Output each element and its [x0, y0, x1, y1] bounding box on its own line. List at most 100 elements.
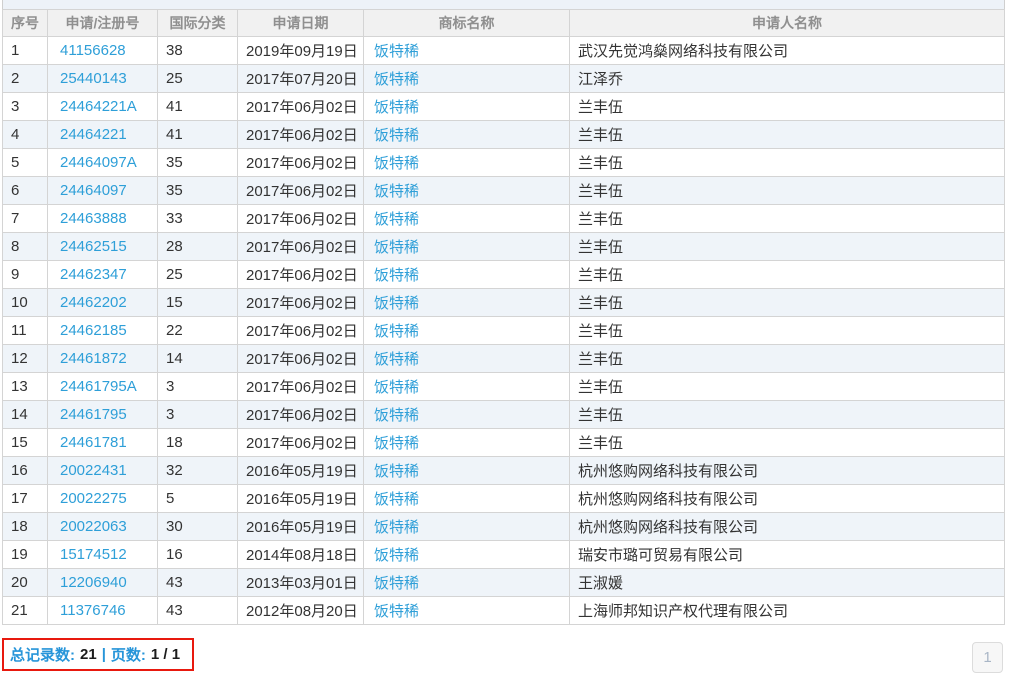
seq-value: 1	[11, 42, 19, 59]
applicant-name: 兰丰伍	[578, 99, 623, 116]
seq-value: 7	[11, 210, 19, 227]
registration-number-link[interactable]: 12206940	[60, 574, 127, 591]
clipped-row-strip	[2, 0, 1005, 9]
date-value: 2017年06月02日	[246, 183, 358, 200]
trademark-name-link[interactable]: 饭特稀	[374, 323, 419, 340]
applicant-cell: 兰丰伍	[570, 233, 1005, 261]
seq-cell: 13	[3, 373, 48, 401]
reg-no-cell: 24464097A	[48, 149, 158, 177]
date-cell: 2017年06月02日	[238, 289, 364, 317]
applicant-name: 兰丰伍	[578, 267, 623, 284]
trademark-name-link[interactable]: 饭特稀	[374, 295, 419, 312]
applicant-name: 兰丰伍	[578, 211, 623, 228]
registration-number-link[interactable]: 20022275	[60, 490, 127, 507]
registration-number-link[interactable]: 24464221A	[60, 98, 137, 115]
mark-cell: 饭特稀	[364, 513, 570, 541]
table-row: 17 20022275 5 2016年05月19日 饭特稀 杭州悠购网络科技有限…	[3, 485, 1005, 513]
applicant-name: 上海师邦知识产权代理有限公司	[578, 603, 788, 620]
trademark-name-link[interactable]: 饭特稀	[374, 463, 419, 480]
date-value: 2017年07月20日	[246, 71, 358, 88]
trademark-name-link[interactable]: 饭特稀	[374, 351, 419, 368]
trademark-name-link[interactable]: 饭特稀	[374, 155, 419, 172]
registration-number-link[interactable]: 25440143	[60, 70, 127, 87]
trademark-name-link[interactable]: 饭特稀	[374, 127, 419, 144]
reg-no-cell: 41156628	[48, 37, 158, 65]
seq-value: 16	[11, 462, 28, 479]
seq-cell: 2	[3, 65, 48, 93]
registration-number-link[interactable]: 24464221	[60, 126, 127, 143]
applicant-cell: 兰丰伍	[570, 373, 1005, 401]
registration-number-link[interactable]: 24461795A	[60, 378, 137, 395]
seq-value: 13	[11, 378, 28, 395]
registration-number-link[interactable]: 20022431	[60, 462, 127, 479]
applicant-cell: 兰丰伍	[570, 317, 1005, 345]
trademark-name-link[interactable]: 饭特稀	[374, 575, 419, 592]
registration-number-link[interactable]: 24462202	[60, 294, 127, 311]
trademark-name-link[interactable]: 饭特稀	[374, 183, 419, 200]
trademark-name-link[interactable]: 饭特稀	[374, 211, 419, 228]
intl-class-cell: 32	[158, 457, 238, 485]
registration-number-link[interactable]: 24463888	[60, 210, 127, 227]
registration-number-link[interactable]: 24461872	[60, 350, 127, 367]
column-header-mark: 商标名称	[364, 10, 570, 37]
reg-no-cell: 20022431	[48, 457, 158, 485]
seq-cell: 4	[3, 121, 48, 149]
date-cell: 2019年09月19日	[238, 37, 364, 65]
intl-class-value: 32	[166, 462, 183, 479]
mark-cell: 饭特稀	[364, 121, 570, 149]
date-value: 2019年09月19日	[246, 43, 358, 60]
applicant-cell: 杭州悠购网络科技有限公司	[570, 457, 1005, 485]
date-value: 2017年06月02日	[246, 323, 358, 340]
table-row: 20 12206940 43 2013年03月01日 饭特稀 王淑媛	[3, 569, 1005, 597]
seq-value: 9	[11, 266, 19, 283]
seq-value: 3	[11, 98, 19, 115]
registration-number-link[interactable]: 24461781	[60, 434, 127, 451]
trademark-name-link[interactable]: 饭特稀	[374, 407, 419, 424]
trademark-name-link[interactable]: 饭特稀	[374, 379, 419, 396]
trademark-name-link[interactable]: 饭特稀	[374, 99, 419, 116]
registration-number-link[interactable]: 24462515	[60, 238, 127, 255]
trademark-name-link[interactable]: 饭特稀	[374, 491, 419, 508]
seq-value: 5	[11, 154, 19, 171]
registration-number-link[interactable]: 24462347	[60, 266, 127, 283]
trademark-name-link[interactable]: 饭特稀	[374, 519, 419, 536]
trademark-name-link[interactable]: 饭特稀	[374, 547, 419, 564]
seq-cell: 15	[3, 429, 48, 457]
date-value: 2014年08月18日	[246, 547, 358, 564]
mark-cell: 饭特稀	[364, 345, 570, 373]
page-count-label: 页数:	[111, 644, 146, 665]
reg-no-cell: 24464097	[48, 177, 158, 205]
seq-cell: 20	[3, 569, 48, 597]
reg-no-cell: 24464221A	[48, 93, 158, 121]
applicant-name: 兰丰伍	[578, 155, 623, 172]
seq-value: 18	[11, 518, 28, 535]
intl-class-value: 16	[166, 546, 183, 563]
trademark-name-link[interactable]: 饭特稀	[374, 239, 419, 256]
intl-class-value: 5	[166, 490, 174, 507]
trademark-name-link[interactable]: 饭特稀	[374, 603, 419, 620]
intl-class-value: 41	[166, 126, 183, 143]
trademark-name-link[interactable]: 饭特稀	[374, 267, 419, 284]
registration-number-link[interactable]: 20022063	[60, 518, 127, 535]
registration-number-link[interactable]: 15174512	[60, 546, 127, 563]
trademark-name-link[interactable]: 饭特稀	[374, 71, 419, 88]
intl-class-value: 3	[166, 406, 174, 423]
registration-number-link[interactable]: 24461795	[60, 406, 127, 423]
page-1-button[interactable]: 1	[972, 642, 1003, 673]
footer-separator: |	[102, 646, 106, 663]
registration-number-link[interactable]: 24464097	[60, 182, 127, 199]
registration-number-link[interactable]: 11376746	[60, 602, 126, 619]
registration-number-link[interactable]: 41156628	[60, 42, 126, 59]
intl-class-value: 14	[166, 350, 183, 367]
applicant-cell: 兰丰伍	[570, 401, 1005, 429]
intl-class-cell: 33	[158, 205, 238, 233]
trademark-name-link[interactable]: 饭特稀	[374, 43, 419, 60]
seq-cell: 6	[3, 177, 48, 205]
trademark-name-link[interactable]: 饭特稀	[374, 435, 419, 452]
reg-no-cell: 24462347	[48, 261, 158, 289]
registration-number-link[interactable]: 24464097A	[60, 154, 137, 171]
table-row: 9 24462347 25 2017年06月02日 饭特稀 兰丰伍	[3, 261, 1005, 289]
seq-value: 6	[11, 182, 19, 199]
table-row: 12 24461872 14 2017年06月02日 饭特稀 兰丰伍	[3, 345, 1005, 373]
registration-number-link[interactable]: 24462185	[60, 322, 127, 339]
